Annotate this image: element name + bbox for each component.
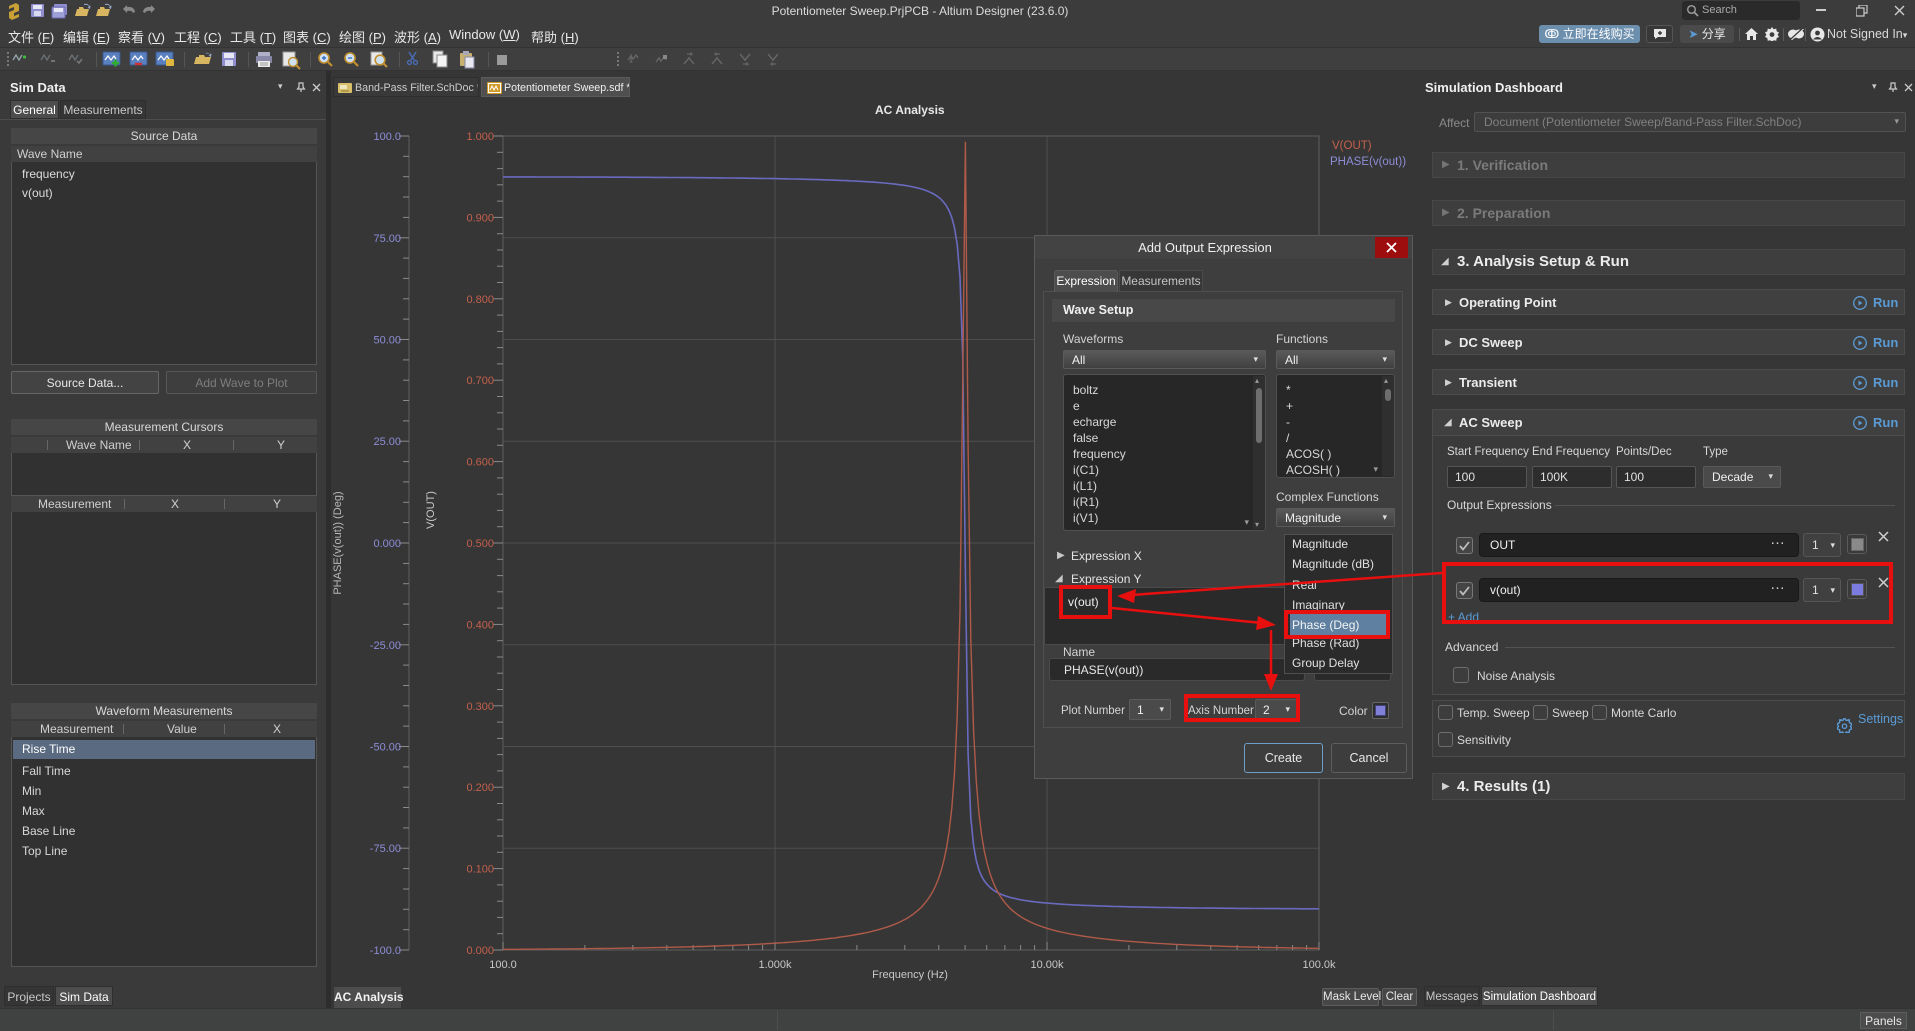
svg-text:100.0: 100.0 (489, 959, 517, 971)
svg-text:100.0k: 100.0k (1302, 959, 1336, 971)
svg-text:0.500: 0.500 (466, 538, 494, 550)
svg-text:50.00: 50.00 (373, 335, 401, 347)
svg-text:0.600: 0.600 (466, 457, 494, 469)
svg-text:0.200: 0.200 (466, 782, 494, 794)
svg-text:0.000: 0.000 (466, 945, 494, 957)
svg-text:-50.00: -50.00 (370, 742, 401, 754)
svg-text:1.000k: 1.000k (758, 959, 792, 971)
svg-text:0.800: 0.800 (466, 294, 494, 306)
svg-text:0.900: 0.900 (466, 212, 494, 224)
svg-text:PHASE(v(out)) (Deg): PHASE(v(out)) (Deg) (332, 491, 344, 594)
svg-text:V(OUT): V(OUT) (425, 491, 437, 529)
svg-text:0.000: 0.000 (373, 538, 401, 550)
svg-text:PHASE(v(out)): PHASE(v(out)) (1330, 156, 1406, 168)
svg-text:-100.0: -100.0 (370, 945, 401, 957)
svg-text:0.300: 0.300 (466, 701, 494, 713)
svg-text:Frequency (Hz): Frequency (Hz) (872, 969, 948, 981)
svg-text:1.000: 1.000 (466, 131, 494, 143)
svg-text:75.00: 75.00 (373, 233, 401, 245)
svg-text:V(OUT): V(OUT) (1332, 140, 1372, 152)
svg-text:-75.00: -75.00 (370, 843, 401, 855)
svg-text:100.0: 100.0 (373, 131, 401, 143)
svg-text:-25.00: -25.00 (370, 640, 401, 652)
svg-text:0.700: 0.700 (466, 375, 494, 387)
svg-text:10.00k: 10.00k (1030, 959, 1064, 971)
svg-text:0.100: 0.100 (466, 864, 494, 876)
svg-text:25.00: 25.00 (373, 436, 401, 448)
svg-text:0.400: 0.400 (466, 619, 494, 631)
